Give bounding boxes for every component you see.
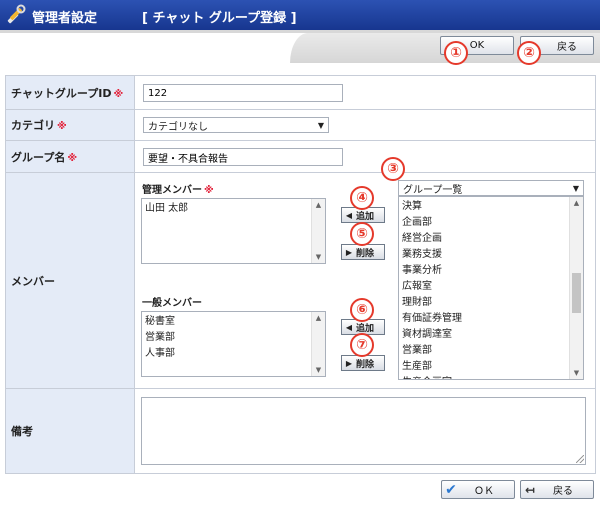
general-list-scrollbar[interactable]: ▲ ▼ (311, 312, 325, 376)
group-list-item[interactable]: 企画部 (402, 215, 569, 231)
callout-7: ⑦ (350, 333, 374, 357)
arrow-left-icon: ◀ (345, 322, 353, 332)
group-list-select[interactable]: グループ一覧 ▼ (398, 180, 584, 196)
group-list-item[interactable]: 理財部 (402, 295, 569, 311)
general-remove-label: 削除 (356, 359, 375, 370)
bottom-back-label: 戻る (553, 486, 573, 497)
group-id-label: チャットグループID (11, 86, 112, 100)
admin-remove-label: 削除 (356, 248, 375, 259)
page-title: 管理者設定 (32, 11, 98, 26)
callout-4: ④ (350, 186, 374, 210)
group-list-item[interactable]: 営業部 (402, 343, 569, 359)
group-list-item[interactable]: 資材調達室 (402, 327, 569, 343)
group-name-value-cell (134, 140, 596, 173)
resize-grip-icon[interactable] (576, 455, 584, 463)
scroll-up-icon[interactable]: ▲ (312, 312, 325, 324)
group-list-item[interactable]: 決算 (402, 199, 569, 215)
scroll-up-icon[interactable]: ▲ (312, 199, 325, 211)
general-members-items: 秘書室 営業部 人事部 (142, 312, 311, 362)
group-list-scrollbar[interactable]: ▲ ▼ (569, 197, 583, 379)
tools-icon (7, 4, 26, 24)
general-members-list[interactable]: 秘書室 営業部 人事部 ▲ ▼ (141, 311, 326, 377)
title-bar: 管理者設定 [ チャット グループ登録 ] (0, 0, 600, 30)
members-label: メンバー (11, 274, 55, 288)
group-list-items: 決算 企画部 経営企画 業務支援 事業分析 広報室 理財部 有価証券管理 資材調達室 営業部 生産部… (399, 197, 569, 379)
bottom-ok-label: ＯＫ (474, 486, 494, 497)
group-id-value-cell (134, 75, 596, 110)
group-list-item[interactable]: 経営企画 (402, 231, 569, 247)
general-member-item[interactable]: 営業部 (145, 330, 311, 346)
page-subtitle: [ チャット グループ登録 ] (142, 11, 297, 26)
callout-6: ⑥ (350, 298, 374, 322)
notes-label: 備考 (11, 425, 33, 438)
row-category: カテゴリ ※ カテゴリなし ▼ (5, 109, 596, 141)
check-icon: ✔ (445, 481, 457, 498)
group-name-input[interactable] (143, 148, 343, 166)
category-value-cell: カテゴリなし ▼ (134, 109, 596, 141)
scroll-down-icon[interactable]: ▼ (312, 364, 325, 376)
group-list-item[interactable]: 生産部 (402, 359, 569, 375)
admin-members-list[interactable]: 山田 太郎 ▲ ▼ (141, 198, 326, 264)
admin-add-label: 追加 (356, 211, 375, 222)
callout-2: ② (517, 41, 541, 65)
callout-5: ⑤ (350, 222, 374, 246)
group-list[interactable]: 決算 企画部 経営企画 業務支援 事業分析 広報室 理財部 有価証券管理 資材調達室 営業部 生産部… (398, 196, 584, 380)
required-mark: ※ (204, 185, 214, 196)
general-remove-button[interactable]: ▶ 削除 (341, 355, 385, 371)
group-list-item[interactable]: 事業分析 (402, 263, 569, 279)
scroll-down-icon[interactable]: ▼ (312, 251, 325, 263)
callout-1: ① (444, 41, 468, 65)
notes-textarea[interactable] (141, 397, 586, 465)
required-mark: ※ (67, 152, 78, 164)
admin-list-scrollbar[interactable]: ▲ ▼ (311, 199, 325, 263)
general-member-item[interactable]: 秘書室 (145, 314, 311, 330)
chevron-down-icon: ▼ (317, 120, 324, 130)
group-list-select-value: グループ一覧 (403, 184, 463, 196)
general-members-label: 一般メンバー (142, 298, 202, 309)
group-id-input[interactable] (143, 84, 343, 102)
group-list-item[interactable]: 広報室 (402, 279, 569, 295)
arrow-left-icon: ◀ (345, 210, 353, 220)
admin-remove-button[interactable]: ▶ 削除 (341, 244, 385, 260)
arrow-right-icon: ▶ (345, 358, 353, 368)
arrow-right-icon: ▶ (345, 247, 353, 257)
row-group-id: チャットグループID ※ (5, 75, 596, 110)
admin-members-label: 管理メンバー (142, 185, 202, 196)
required-mark: ※ (57, 121, 67, 132)
scroll-thumb[interactable] (572, 273, 581, 313)
group-list-item[interactable]: 生産企画室 (402, 375, 569, 379)
chevron-down-icon: ▼ (572, 183, 579, 193)
back-arrow-icon: ↤ (524, 482, 536, 497)
general-member-item[interactable]: 人事部 (145, 346, 311, 362)
admin-members-items: 山田 太郎 (142, 199, 311, 217)
group-id-label-cell: チャットグループID ※ (5, 75, 135, 110)
required-mark: ※ (113, 88, 124, 100)
category-label-cell: カテゴリ ※ (5, 109, 135, 141)
group-name-label: グループ名 (11, 150, 66, 164)
category-select-value: カテゴリなし (148, 121, 208, 133)
general-members-heading: 一般メンバー (142, 294, 202, 309)
callout-3: ③ (381, 157, 405, 181)
bottom-ok-button[interactable]: ✔ ＯＫ (441, 480, 515, 499)
category-select[interactable]: カテゴリなし ▼ (143, 117, 329, 133)
general-add-label: 追加 (356, 323, 375, 334)
scroll-down-icon[interactable]: ▼ (570, 367, 583, 379)
members-label-cell: メンバー (5, 172, 135, 389)
scroll-up-icon[interactable]: ▲ (570, 197, 583, 209)
admin-member-item[interactable]: 山田 太郎 (145, 201, 311, 217)
bottom-back-button[interactable]: ↤ 戻る (520, 480, 594, 499)
group-list-item[interactable]: 業務支援 (402, 247, 569, 263)
row-group-name: グループ名 ※ (5, 140, 596, 173)
admin-members-heading: 管理メンバー ※ (142, 181, 214, 196)
notes-label-cell: 備考 (5, 388, 135, 474)
group-list-item[interactable]: 有価証券管理 (402, 311, 569, 327)
category-label: カテゴリ (11, 119, 55, 132)
group-name-label-cell: グループ名 ※ (5, 140, 135, 173)
